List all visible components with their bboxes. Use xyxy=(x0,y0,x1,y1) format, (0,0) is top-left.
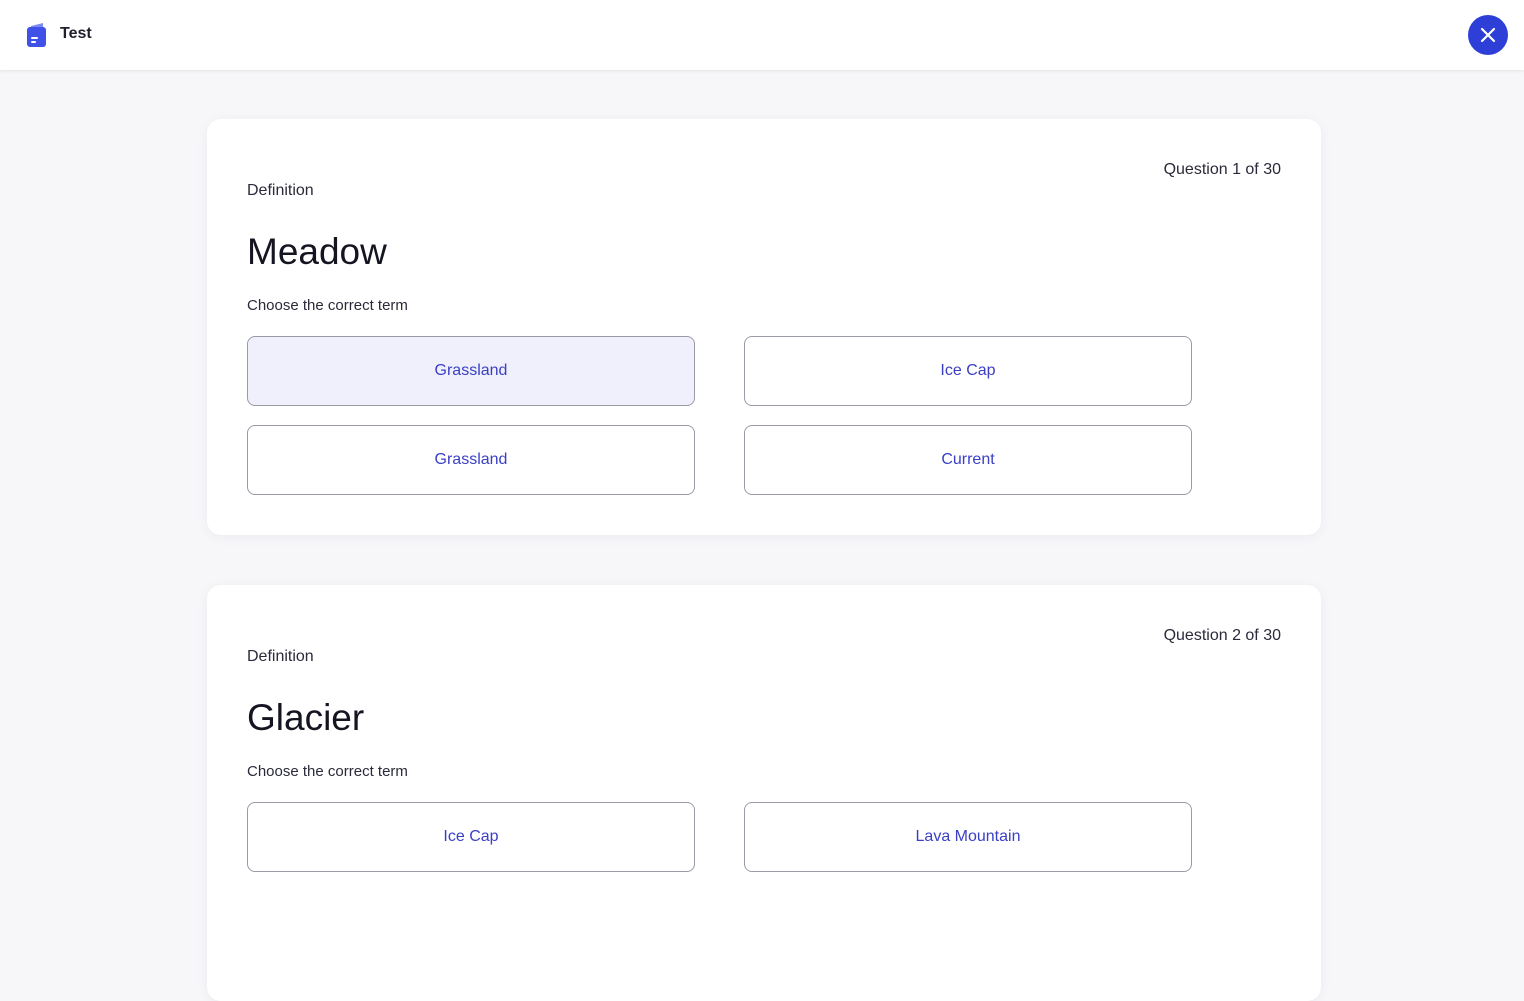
question-type-label: Definition xyxy=(247,648,314,665)
answer-option[interactable]: Ice Cap xyxy=(247,802,695,872)
question-type-label: Definition xyxy=(247,182,314,199)
answer-option[interactable]: Lava Mountain xyxy=(744,802,1192,872)
answer-option[interactable]: Grassland xyxy=(247,336,695,406)
close-button[interactable] xyxy=(1468,15,1508,55)
answer-option[interactable]: Current xyxy=(744,425,1192,495)
answer-option[interactable]: Ice Cap xyxy=(744,336,1192,406)
app-title: Test xyxy=(60,25,92,42)
question-term: Meadow xyxy=(247,231,387,272)
answer-option[interactable]: Grassland xyxy=(247,425,695,495)
question-instruction: Choose the correct term xyxy=(247,763,408,780)
question-counter: Question 1 of 30 xyxy=(1163,161,1281,178)
question-card: Question 2 of 30 Definition Glacier Choo… xyxy=(207,585,1321,1001)
close-icon xyxy=(1480,27,1496,43)
question-instruction: Choose the correct term xyxy=(247,297,408,314)
question-card: Question 1 of 30 Definition Meadow Choos… xyxy=(207,119,1321,535)
question-term: Glacier xyxy=(247,697,365,738)
document-icon xyxy=(27,23,46,47)
top-bar: Test xyxy=(0,0,1524,70)
question-counter: Question 2 of 30 xyxy=(1163,627,1281,644)
